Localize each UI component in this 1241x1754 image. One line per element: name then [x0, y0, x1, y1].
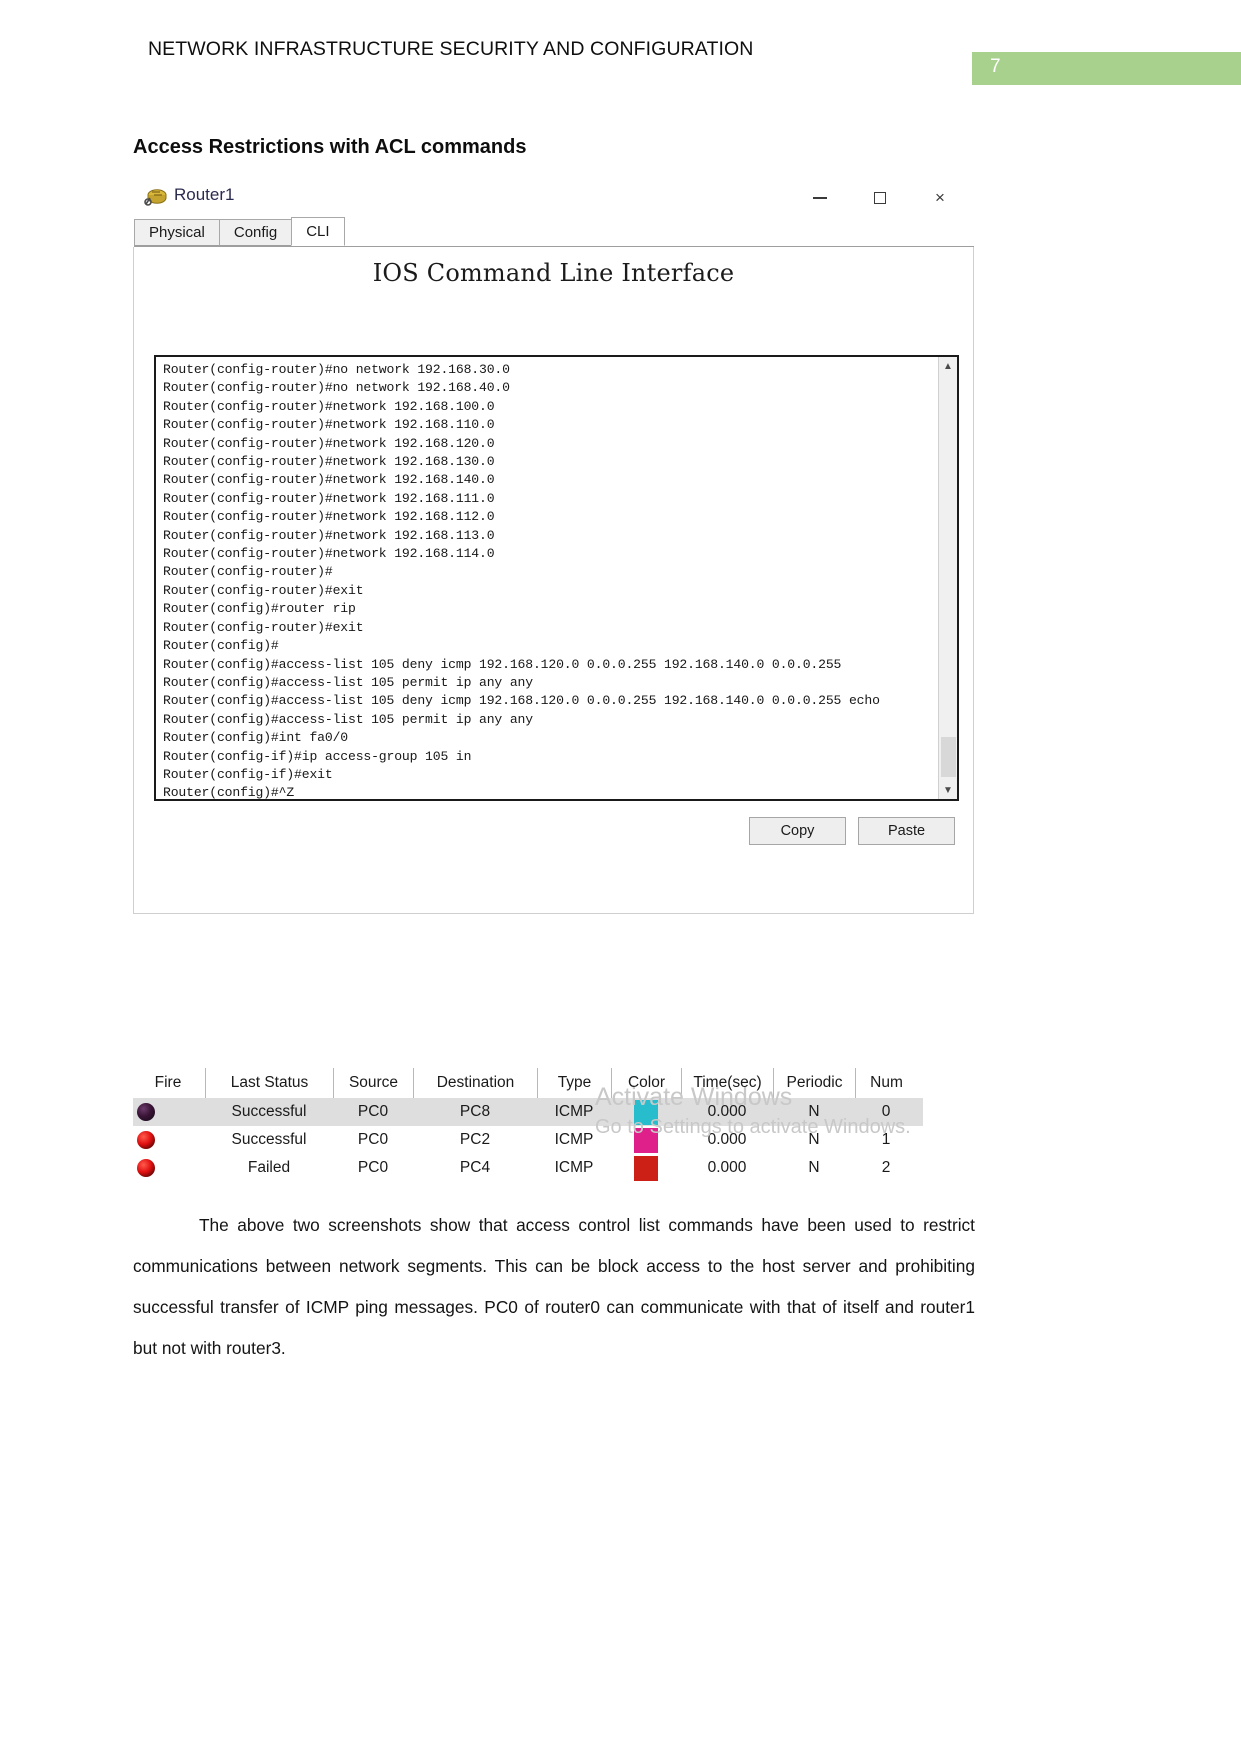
type-cell: ICMP: [554, 1131, 594, 1148]
time-cell: 0.000: [707, 1131, 747, 1148]
router-icon: [144, 189, 167, 206]
copy-button[interactable]: Copy: [749, 817, 846, 845]
num-cell: 0: [881, 1103, 891, 1120]
destination-cell: PC2: [459, 1131, 491, 1148]
type-cell: ICMP: [554, 1159, 594, 1176]
close-button[interactable]: ×: [910, 178, 970, 218]
cli-console[interactable]: Router(config-router)#no network 192.168…: [154, 355, 959, 801]
source-cell: PC0: [357, 1159, 389, 1176]
cli-action-buttons: Copy Paste: [749, 817, 955, 845]
scroll-down-icon[interactable]: ▼: [939, 781, 957, 799]
periodic-cell: N: [808, 1103, 820, 1120]
column-header-last-status: Last Status: [205, 1068, 333, 1098]
column-header-periodic: Periodic: [773, 1068, 855, 1098]
type-cell: ICMP: [554, 1103, 594, 1120]
time-cell: 0.000: [707, 1159, 747, 1176]
table-row[interactable]: Successful PC0 PC2 ICMP 0.000 N 1: [133, 1126, 923, 1154]
time-cell: 0.000: [707, 1103, 747, 1120]
fire-led-icon: [137, 1159, 155, 1177]
fire-led-icon: [137, 1103, 155, 1121]
color-swatch: [634, 1127, 658, 1153]
destination-cell: PC4: [459, 1159, 491, 1176]
tab-cli[interactable]: CLI: [291, 217, 345, 246]
tab-config[interactable]: Config: [218, 219, 293, 246]
fire-cell[interactable]: [133, 1098, 205, 1126]
document-header: NETWORK INFRASTRUCTURE SECURITY AND CONF…: [0, 38, 1241, 85]
document-header-title: NETWORK INFRASTRUCTURE SECURITY AND CONF…: [148, 38, 754, 60]
table-header-row: Fire Last Status Source Destination Type…: [133, 1068, 923, 1098]
color-cell: [611, 1126, 681, 1154]
fire-led-icon: [137, 1131, 155, 1149]
fire-cell[interactable]: [133, 1126, 205, 1154]
color-swatch: [634, 1099, 658, 1125]
destination-cell: PC8: [459, 1103, 491, 1120]
color-cell: [611, 1154, 681, 1182]
cli-heading: IOS Command Line Interface: [372, 259, 735, 287]
page-number-badge: 7: [972, 52, 1241, 85]
column-header-type: Type: [537, 1068, 611, 1098]
last-status-cell: Successful: [231, 1131, 307, 1148]
periodic-cell: N: [808, 1159, 820, 1176]
body-paragraph: The above two screenshots show that acce…: [133, 1205, 975, 1369]
color-swatch: [634, 1155, 658, 1181]
table-row[interactable]: Failed PC0 PC4 ICMP 0.000 N 2: [133, 1154, 923, 1182]
window-titlebar: Router1 ×: [133, 178, 974, 218]
cli-panel: IOS Command Line Interface Router(config…: [133, 247, 974, 914]
column-header-fire: Fire: [154, 1074, 182, 1091]
page-number: 7: [990, 56, 1001, 77]
color-cell: [611, 1098, 681, 1126]
maximize-icon: [874, 192, 886, 204]
periodic-cell: N: [808, 1131, 820, 1148]
tab-strip: Physical Config CLI: [134, 217, 974, 247]
minimize-icon: [813, 197, 827, 199]
section-heading: Access Restrictions with ACL commands: [133, 136, 527, 158]
cli-console-text[interactable]: Router(config-router)#no network 192.168…: [156, 357, 938, 799]
num-cell: 2: [881, 1159, 891, 1176]
column-header-source: Source: [333, 1068, 413, 1098]
scrollbar-track[interactable]: [939, 375, 957, 753]
minimize-button[interactable]: [790, 178, 850, 218]
source-cell: PC0: [357, 1131, 389, 1148]
table-row[interactable]: Successful PC0 PC8 ICMP 0.000 N 0: [133, 1098, 923, 1126]
scrollbar-thumb[interactable]: [941, 737, 956, 777]
last-status-cell: Successful: [231, 1103, 307, 1120]
cli-scrollbar[interactable]: ▲ ▼: [938, 357, 957, 799]
last-status-cell: Failed: [247, 1159, 291, 1176]
column-header-destination: Destination: [413, 1068, 537, 1098]
column-header-time: Time(sec): [681, 1068, 773, 1098]
simulation-pdu-table: Fire Last Status Source Destination Type…: [133, 1068, 923, 1182]
num-cell: 1: [881, 1131, 891, 1148]
source-cell: PC0: [357, 1103, 389, 1120]
column-header-num: Num: [855, 1068, 917, 1098]
maximize-button[interactable]: [850, 178, 910, 218]
tab-physical[interactable]: Physical: [134, 219, 220, 246]
fire-cell[interactable]: [133, 1154, 205, 1182]
paragraph-text: The above two screenshots show that acce…: [133, 1215, 975, 1358]
window-controls: ×: [790, 178, 970, 218]
scroll-up-icon[interactable]: ▲: [939, 357, 957, 375]
router-cli-window: Router1 × Physical Config CLI IOS Comman…: [133, 178, 974, 915]
window-title: Router1: [174, 185, 235, 204]
column-header-color: Color: [611, 1068, 681, 1098]
paste-button[interactable]: Paste: [858, 817, 955, 845]
